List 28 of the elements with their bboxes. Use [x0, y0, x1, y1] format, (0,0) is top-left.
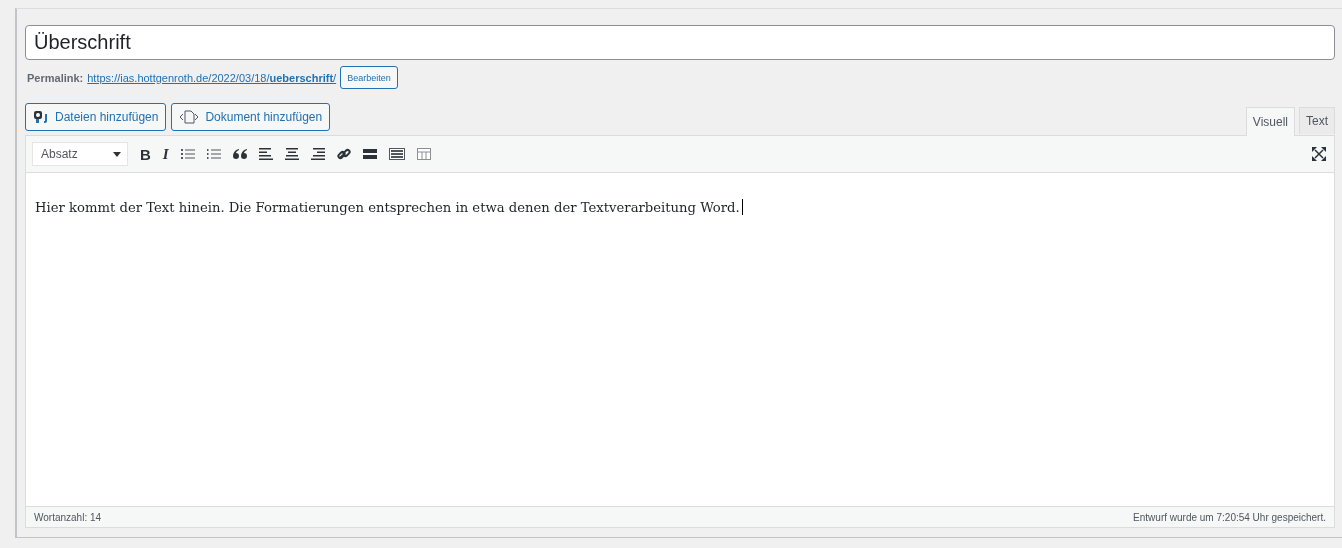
permalink-link[interactable]: https://ias.hottgenroth.de/2022/03/18/ueberschrift/	[87, 71, 337, 84]
word-count: Wortanzahl: 14	[34, 511, 102, 523]
document-icon	[179, 110, 200, 124]
italic-button[interactable]: I	[162, 145, 169, 163]
autosave-status: Entwurf wurde um 7:20:54 Uhr gespeichert.	[1133, 511, 1326, 523]
edit-button[interactable]: Bearbeiten	[340, 66, 398, 89]
link-icon[interactable]	[336, 147, 351, 161]
align-center-icon[interactable]	[284, 148, 299, 160]
editor-tab[interactable]: Visuell	[1245, 107, 1295, 136]
table-icon[interactable]	[416, 148, 431, 160]
align-right-icon[interactable]	[310, 148, 325, 160]
bullet-list-icon[interactable]	[180, 148, 195, 160]
permalink-label: Permalink:	[27, 71, 84, 84]
add-media-button[interactable]: Dateien hinzufügen	[25, 103, 167, 131]
bold-button[interactable]: B	[140, 145, 151, 163]
align-left-icon[interactable]	[258, 148, 273, 160]
quote-icon[interactable]	[232, 149, 247, 159]
numbered-list-icon[interactable]	[206, 148, 221, 160]
media-icon	[33, 110, 49, 124]
add-document-button[interactable]: Dokument hinzufügen	[171, 103, 331, 131]
read-more-icon[interactable]	[362, 149, 377, 159]
keyboard-icon[interactable]	[388, 148, 405, 160]
format-dropdown[interactable]: Absatz	[32, 142, 128, 166]
caret-icon	[113, 151, 121, 157]
body-text[interactable]: Hier kommt der Text hinein. Die Formatierungen entsprechen in etwa denen der Textverarbeitung Word.	[35, 199, 743, 215]
fullscreen-icon[interactable]	[1312, 147, 1326, 161]
title-field[interactable]: Überschrift	[25, 25, 1335, 60]
editor-tab[interactable]: Text	[1299, 107, 1335, 134]
